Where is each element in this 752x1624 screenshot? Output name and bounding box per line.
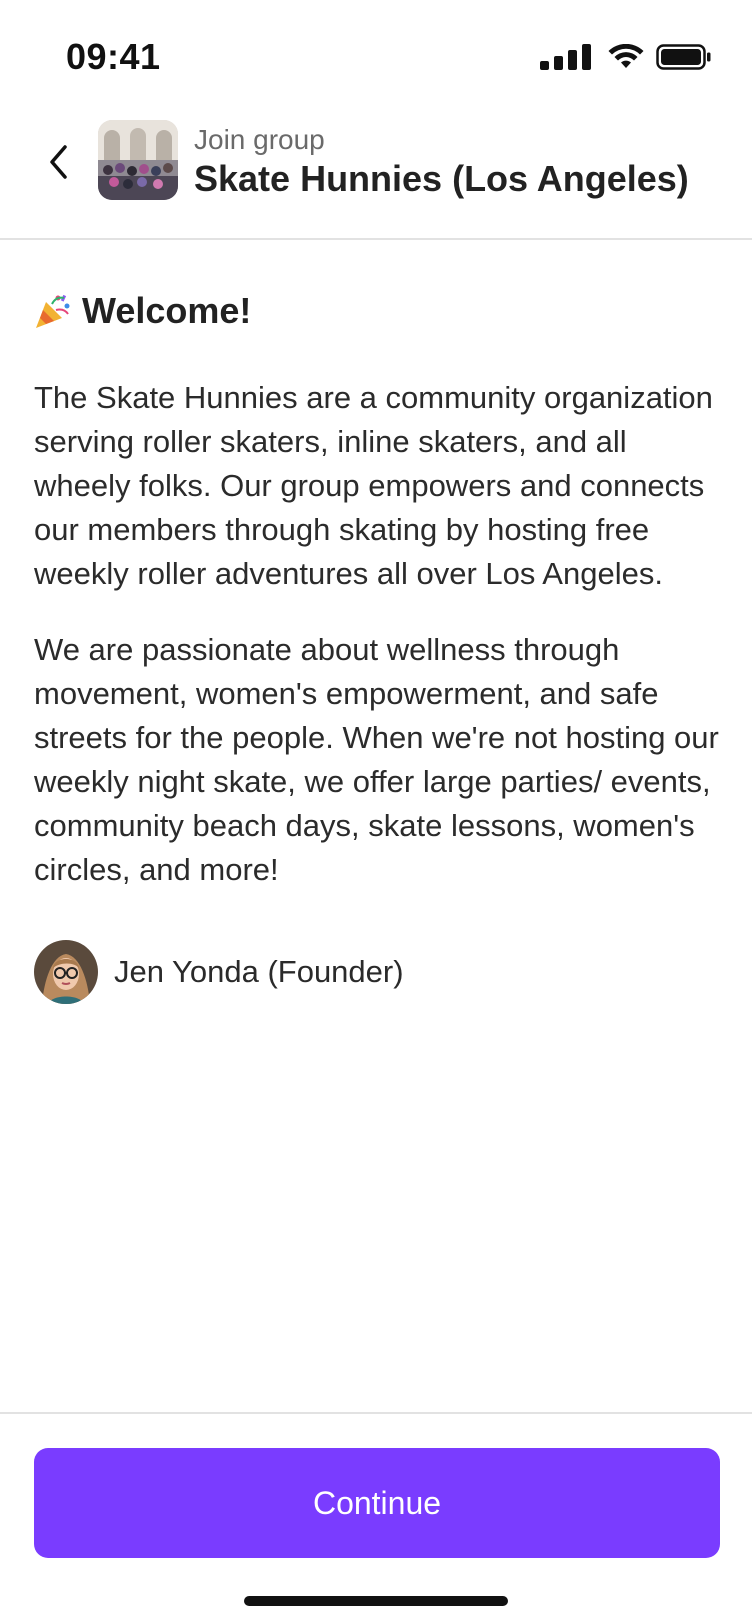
cellular-signal-icon — [540, 44, 591, 70]
header-subtitle: Join group — [194, 124, 325, 155]
description-paragraph: The Skate Hunnies are a community organi… — [34, 380, 713, 591]
avatar — [34, 940, 98, 1004]
status-bar: 09:41 — [0, 0, 752, 110]
welcome-title: Welcome! — [82, 290, 252, 331]
group-thumbnail — [98, 120, 178, 200]
group-title: Skate Hunnies (Los Angeles) — [194, 158, 689, 199]
welcome-heading-row: Welcome! — [34, 286, 720, 336]
status-icons — [540, 44, 712, 70]
battery-icon — [656, 44, 711, 70]
description-paragraph: We are passionate about wellness through… — [34, 632, 719, 887]
wifi-icon — [608, 44, 644, 68]
footer: Continue — [0, 1412, 752, 1624]
status-time: 09:41 — [66, 36, 161, 77]
founder-row: Jen Yonda (Founder) — [34, 940, 720, 1004]
founder-name: Jen Yonda (Founder) — [114, 954, 404, 989]
chevron-left-icon — [50, 145, 67, 179]
home-indicator — [244, 1596, 508, 1606]
header: Join group Skate Hunnies (Los Angeles) — [0, 110, 752, 240]
welcome-content: Welcome! The Skate Hunnies are a communi… — [34, 286, 720, 1004]
back-button[interactable] — [36, 136, 80, 188]
continue-button[interactable]: Continue — [34, 1448, 720, 1558]
party-popper-icon — [36, 294, 70, 328]
